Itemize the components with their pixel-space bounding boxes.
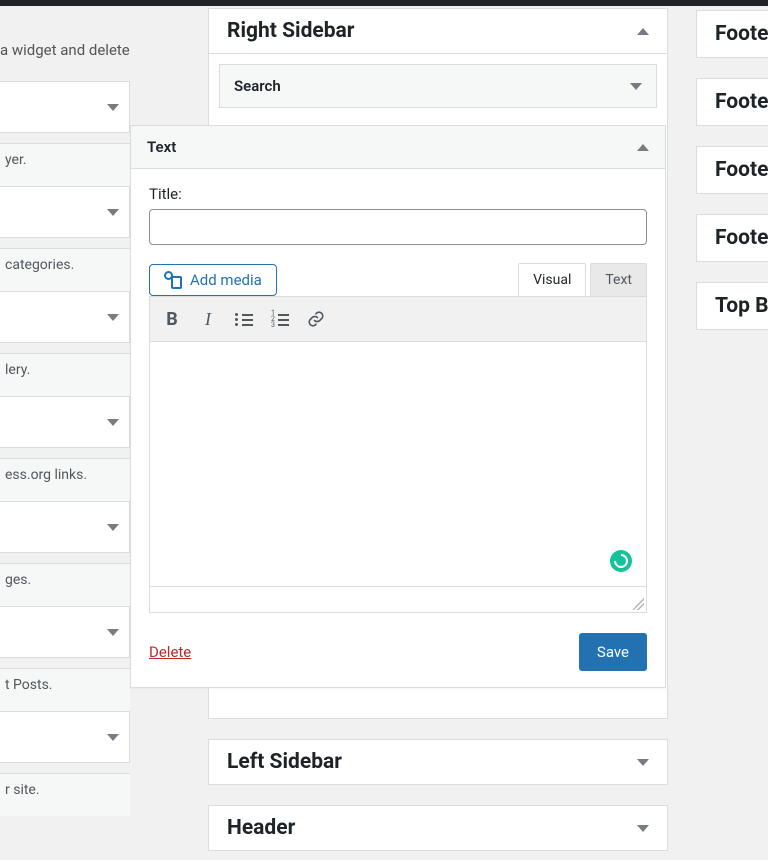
available-widget[interactable] xyxy=(0,186,130,238)
available-widget[interactable] xyxy=(0,501,130,553)
area-footer-4[interactable]: Foote xyxy=(696,214,768,262)
italic-icon: I xyxy=(205,309,211,330)
area-top-bar[interactable]: Top B xyxy=(696,282,768,330)
chevron-down-icon xyxy=(630,83,642,90)
available-widget-desc: ges. xyxy=(0,563,130,606)
bullet-list-icon xyxy=(235,312,253,326)
italic-button[interactable]: I xyxy=(192,303,224,335)
available-widget[interactable] xyxy=(0,396,130,448)
bold-button[interactable]: B xyxy=(156,303,188,335)
editor-toolbar: B I xyxy=(150,297,646,342)
editor-tabs: Visual Text xyxy=(518,263,647,296)
chevron-up-icon xyxy=(637,28,649,35)
available-widget[interactable] xyxy=(0,711,130,763)
save-button[interactable]: Save xyxy=(579,633,647,671)
link-button[interactable] xyxy=(300,303,332,335)
link-icon xyxy=(307,310,325,328)
available-widget[interactable] xyxy=(0,81,130,133)
delete-link[interactable]: Delete xyxy=(149,643,191,661)
editor-statusbar xyxy=(150,586,646,612)
chevron-down-icon xyxy=(107,209,119,216)
available-widget-desc: r site. xyxy=(0,773,130,816)
editor-content[interactable] xyxy=(150,342,646,586)
area-label: Top B xyxy=(715,294,768,318)
available-widget-desc: t Posts. xyxy=(0,668,130,711)
area-label: Foote xyxy=(715,226,768,250)
bold-icon: B xyxy=(166,309,178,330)
available-widgets-hint: a widget and delete xyxy=(0,0,130,61)
chevron-down-icon xyxy=(107,419,119,426)
area-label: Foote xyxy=(715,90,768,114)
available-widgets-column: a widget and delete yer. categories. ler… xyxy=(0,0,130,816)
resize-handle[interactable] xyxy=(632,598,644,610)
text-widget-header[interactable]: Text xyxy=(131,126,665,169)
region-toggle[interactable]: Right Sidebar xyxy=(209,9,667,53)
extra-areas-column: Foote Foote Foote Foote Top B xyxy=(696,0,768,350)
title-input[interactable] xyxy=(149,209,647,245)
chevron-down-icon xyxy=(107,104,119,111)
search-widget[interactable]: Search xyxy=(219,64,657,108)
tab-visual[interactable]: Visual xyxy=(518,263,586,296)
add-media-button[interactable]: Add media xyxy=(149,264,277,296)
available-widget-desc: ess.org links. xyxy=(0,458,130,501)
area-footer-1[interactable]: Foote xyxy=(696,10,768,58)
numbered-list-icon xyxy=(271,312,289,326)
area-label: Foote xyxy=(715,158,768,182)
available-widget-desc: lery. xyxy=(0,353,130,396)
widget-title: Text xyxy=(147,138,176,156)
chevron-down-icon xyxy=(107,629,119,636)
editor: B I xyxy=(149,296,647,613)
available-widget[interactable] xyxy=(0,291,130,343)
region-title: Left Sidebar xyxy=(227,750,342,774)
region-header: Header xyxy=(208,805,668,851)
numbered-list-button[interactable] xyxy=(264,303,296,335)
widget-title: Search xyxy=(234,77,281,95)
chevron-down-icon xyxy=(637,825,649,832)
bullet-list-button[interactable] xyxy=(228,303,260,335)
title-label: Title: xyxy=(149,185,647,203)
media-icon xyxy=(164,271,182,289)
chevron-up-icon xyxy=(637,144,649,151)
region-toggle[interactable]: Header xyxy=(209,806,667,850)
grammarly-icon[interactable] xyxy=(610,550,632,572)
chevron-down-icon xyxy=(637,759,649,766)
tab-text[interactable]: Text xyxy=(590,263,647,296)
area-label: Foote xyxy=(715,22,768,46)
available-widget[interactable] xyxy=(0,606,130,658)
chevron-down-icon xyxy=(107,314,119,321)
area-footer-2[interactable]: Foote xyxy=(696,78,768,126)
chevron-down-icon xyxy=(107,734,119,741)
region-title: Header xyxy=(227,816,295,840)
region-left-sidebar: Left Sidebar xyxy=(208,739,668,785)
available-widget-desc: categories. xyxy=(0,248,130,291)
text-widget-panel: Text Title: Add media Visual Text B I xyxy=(130,125,666,688)
add-media-label: Add media xyxy=(190,271,262,289)
region-title: Right Sidebar xyxy=(227,19,355,43)
chevron-down-icon xyxy=(107,524,119,531)
area-footer-3[interactable]: Foote xyxy=(696,146,768,194)
region-toggle[interactable]: Left Sidebar xyxy=(209,740,667,784)
available-widget-desc: yer. xyxy=(0,143,130,186)
